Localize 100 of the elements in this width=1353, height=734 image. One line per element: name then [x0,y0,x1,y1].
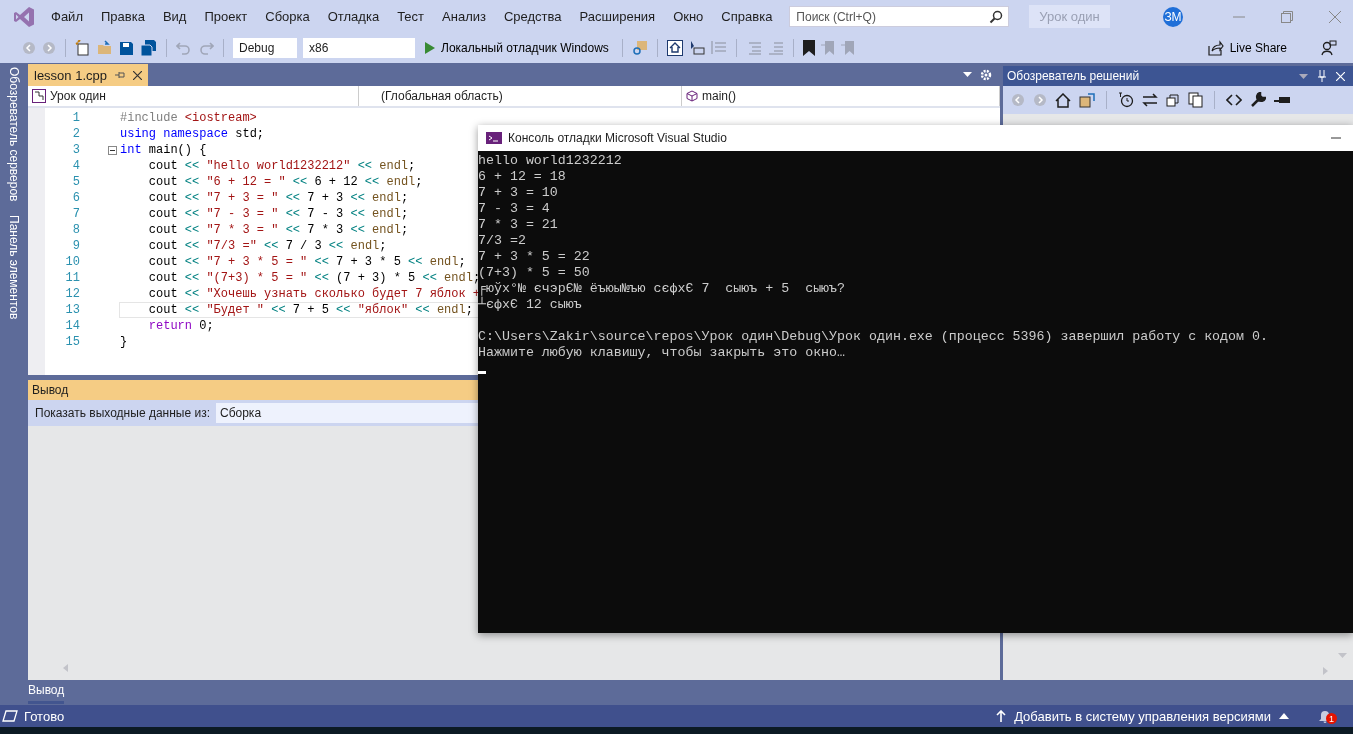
code-line: return 0; [148,319,214,333]
configuration-dropdown[interactable]: Debug [233,38,297,58]
live-share-button[interactable]: Live Share [1203,38,1291,58]
forward-icon[interactable] [42,41,56,55]
line-number: 14 [64,319,80,333]
line-number: 8 [71,223,80,237]
menu-item[interactable]: Анализ [433,7,495,26]
home-icon[interactable] [1055,92,1071,108]
menu-item[interactable]: Сборка [256,7,319,26]
menu-item[interactable]: Правка [91,7,154,26]
menu-item[interactable]: Расширения [570,7,665,26]
menu-item[interactable]: Средства [494,7,571,26]
history-icon[interactable] [1118,92,1134,108]
document-tab[interactable]: lesson 1.cpp [28,64,148,86]
line-number: 6 [71,191,80,205]
console-output-line: 7 * 3 = 21 [478,217,559,233]
line-number: 5 [71,175,80,189]
menu-item[interactable]: Файл [42,7,92,26]
console-output-line: C:\Users\Zakir\source\repos\Урок один\Debug\Урок один.exe (процесс 5396) завершил работу с кодом 0. [478,329,1269,345]
play-icon [425,42,435,54]
back-icon[interactable] [1011,93,1025,107]
code-line: cout << "7 * 3 = " << 7 * 3 << endl; [148,223,409,237]
line-number: 9 [71,239,80,253]
settings-icon[interactable] [980,68,992,81]
collapse-icon[interactable] [108,145,117,155]
panel-title: Обозреватель решений [1007,69,1140,83]
line-number: 4 [71,159,80,173]
console-output-line: ┴єфхЄ 12 сыюъ [478,297,583,313]
console-output-line: 7 - 3 = 4 [478,201,551,217]
collapse-all-icon[interactable] [1166,93,1180,107]
side-panel-tab[interactable]: Обозреватель серверов [7,67,21,202]
start-debugging-button[interactable]: Локальный отладчик Windows [421,39,613,57]
code-line: cout << "6 + 12 = " << 6 + 12 << endl; [148,175,423,189]
code-line: cout << "hello world1232212" << endl; [148,159,416,173]
search-icon [989,10,1004,24]
switch-views-icon[interactable] [1079,92,1095,108]
restore-icon[interactable] [1281,10,1293,23]
menu-item[interactable]: Отладка [318,7,389,26]
code-line: using namespace std; [120,127,265,141]
console-output-line: hello world1232212 [478,153,623,169]
console-output-line: 7 + 3 * 5 = 22 [478,249,591,265]
wrench-icon[interactable] [1250,92,1266,108]
app-logo-icon [12,4,36,29]
console-icon [486,132,502,144]
menu-item[interactable]: Проект [195,7,257,26]
caret-icon [1279,713,1289,719]
menu-item[interactable]: Тест [388,7,434,26]
account-avatar[interactable]: ЗМ [1163,6,1183,27]
find-icon[interactable] [631,40,648,56]
code-line: cout << "7 - 3 = " << 7 - 3 << endl; [148,207,409,221]
console-output-line: (7+3) * 5 = 50 [478,265,591,281]
bookmark-icon[interactable] [802,40,815,56]
output-source-dropdown[interactable]: Сборка [216,403,480,423]
line-number: 10 [64,255,80,269]
side-panel-tab[interactable]: Панель элементов [7,215,21,320]
new-project-icon[interactable] [75,40,91,56]
project-icon [32,89,46,103]
console-output-line: 7 + 3 = 10 [478,185,559,201]
line-number: 13 [64,303,80,317]
code-line: } [120,335,128,349]
code-icon[interactable] [1226,94,1242,106]
open-folder-icon[interactable] [97,40,113,56]
step-icon[interactable] [688,40,705,56]
back-icon[interactable] [22,41,36,55]
line-number: 2 [71,127,80,141]
solution-title: Урок один [1029,5,1110,28]
menu-item[interactable]: Окно [664,7,713,26]
code-line: cout << "7 + 3 = " << 7 + 3 << endl; [148,191,409,205]
copy-icon[interactable] [1188,92,1203,108]
output-source-label: Показать выходные данные из: [35,406,210,420]
person-icon[interactable] [1321,40,1337,56]
save-icon[interactable] [119,40,134,56]
code-line: cout << "Будет " << 7 + 5 << "яблок" << endl; [148,303,473,317]
status-icon [2,710,18,722]
dropdown-arrow-icon[interactable] [963,72,972,77]
console-output-line: 6 + 12 = 18 [478,169,567,185]
save-all-icon[interactable] [140,40,157,56]
pin-icon[interactable] [115,70,125,80]
dropdown-arrow-icon[interactable] [1299,73,1308,79]
code-line: #include <iostream> [120,111,257,125]
line-number: 11 [64,271,80,285]
line-number: 15 [64,335,80,349]
status-text: Готово [24,708,65,724]
search-field[interactable]: Поиск (Ctrl+Q) [789,6,1010,27]
menu-item[interactable]: Вид [153,7,196,26]
up-arrow-icon [996,710,1007,722]
line-number: 12 [64,287,80,301]
close-icon[interactable] [133,70,142,80]
minus-icon[interactable] [1274,97,1290,103]
console-output-line: Нажмите любую клавишу, чтобы закрыть это окно… [478,345,847,361]
menu-item[interactable]: Справка [712,7,782,26]
code-line: cout << "7 + 3 * 5 = " << 7 + 3 * 5 << endl; [148,255,466,269]
source-control-button[interactable]: Добавить в систему управления версиями [990,707,1295,725]
forward-icon[interactable] [1033,93,1047,107]
sync-icon[interactable] [1142,93,1158,107]
window-title: Консоль отладки Microsoft Visual Studio [508,131,727,145]
home-icon[interactable] [666,40,683,56]
cube-icon [686,90,698,102]
line-number: 7 [71,207,80,221]
platform-dropdown[interactable]: x86 [303,38,415,58]
